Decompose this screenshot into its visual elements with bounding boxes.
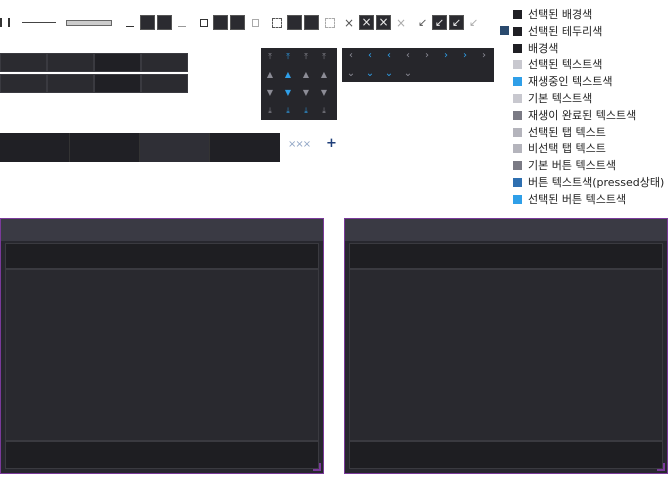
legend-label: 선택된 테두리색 (528, 24, 603, 38)
border-swatch (500, 26, 509, 35)
legend-swatch (513, 43, 522, 53)
legend-swatch (513, 161, 522, 171)
legend-swatch (513, 144, 522, 154)
legend-label: 기본 버튼 텍스트색 (528, 159, 616, 173)
legend-label: 배경색 (528, 41, 559, 55)
legend-label: 버튼 텍스트색(pressed상태) (528, 176, 665, 189)
legend-swatch (513, 60, 522, 70)
legend-label: 기본 텍스트색 (528, 92, 593, 105)
resize-grip-icon[interactable] (657, 463, 665, 471)
legend-swatch (513, 110, 522, 120)
dialog-footer-bar (5, 441, 319, 469)
dialog-header-bar (349, 243, 663, 269)
legend-swatch (513, 94, 522, 103)
legend-swatch (513, 77, 522, 87)
dialog-titlebar (345, 219, 667, 241)
legend-label: 선택된 배경색 (528, 8, 593, 21)
dialog-footer-bar (349, 441, 663, 469)
legend-swatch (513, 194, 522, 204)
legend-swatch (513, 127, 522, 137)
legend-label: 선택된 버튼 텍스트색 (528, 192, 627, 206)
legend-swatch (513, 178, 522, 187)
legend-label: 선택된 텍스트색 (528, 58, 603, 72)
dialog-titlebar (1, 219, 323, 241)
dialog-panel-right (344, 218, 668, 474)
legend-label: 비선택 탭 텍스트 (528, 142, 606, 156)
legend-label: 선택된 탭 텍스트 (528, 125, 606, 139)
dialog-panel-left (0, 218, 324, 474)
legend-swatch (513, 10, 522, 19)
legend-swatch (513, 26, 522, 36)
legend-label: 재생중인 텍스트색 (528, 75, 613, 89)
dialog-header-bar (5, 243, 319, 269)
legend-label: 재생이 완료된 텍스트색 (528, 108, 637, 122)
resize-grip-icon[interactable] (313, 463, 321, 471)
dialog-content-area (5, 269, 319, 441)
color-legend: 선택된 배경색선택된 테두리색배경색선택된 텍스트색재생중인 텍스트색기본 텍스… (0, 0, 668, 210)
dialog-content-area (349, 269, 663, 441)
